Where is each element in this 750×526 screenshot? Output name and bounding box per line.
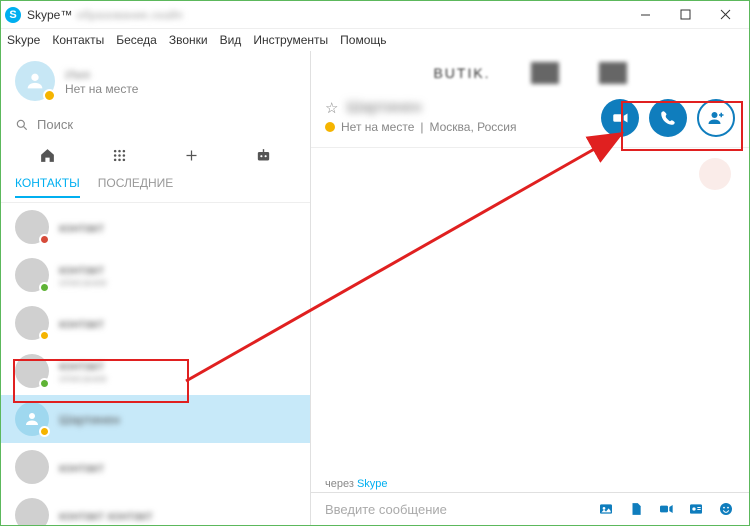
emoji-icon[interactable]: [717, 501, 735, 517]
via-line: через Skype: [311, 474, 749, 492]
menu-help[interactable]: Помощь: [340, 33, 386, 47]
menu-calls[interactable]: Звонки: [169, 33, 208, 47]
audio-call-button[interactable]: [649, 99, 687, 137]
chat-location: Москва, Россия: [430, 120, 517, 134]
self-profile[interactable]: Имя Нет на месте: [1, 51, 310, 111]
avatar-icon: [15, 450, 49, 484]
dialpad-icon[interactable]: [108, 144, 130, 166]
message-input[interactable]: Введите сообщение: [325, 502, 597, 517]
chat-pane: BUTIK. ☆ Шартинен Нет на месте | Москва,…: [311, 51, 749, 525]
compose-bar: Введите сообщение: [311, 492, 749, 525]
tab-recent[interactable]: ПОСЛЕДНИЕ: [98, 176, 174, 198]
contact-avatar-icon: [699, 158, 731, 190]
ad-banner[interactable]: BUTIK.: [311, 51, 749, 91]
menu-skype[interactable]: Skype: [7, 33, 40, 47]
avatar-icon: [15, 258, 49, 292]
minimize-button[interactable]: [625, 3, 665, 27]
contact-item-selected[interactable]: Шартинен: [1, 395, 310, 443]
skype-logo-icon: S: [5, 7, 21, 23]
contact-item[interactable]: контактописание: [1, 251, 310, 299]
avatar-icon: [15, 498, 49, 525]
avatar-icon: [15, 354, 49, 388]
title-bar: S Skype™ образование.скайп: [1, 1, 749, 29]
menu-view[interactable]: Вид: [220, 33, 242, 47]
search-input[interactable]: Поиск: [1, 111, 310, 138]
send-photo-icon[interactable]: [597, 501, 615, 517]
video-message-icon[interactable]: [657, 501, 675, 517]
favorite-star-icon[interactable]: ☆: [325, 99, 338, 117]
chat-header: ☆ Шартинен Нет на месте | Москва, Россия: [311, 91, 749, 148]
tab-contacts[interactable]: КОНТАКТЫ: [15, 176, 80, 198]
self-status-away-icon: [43, 89, 56, 102]
call-buttons: [601, 99, 735, 137]
avatar-icon: [15, 402, 49, 436]
nav-icon-row: [1, 138, 310, 170]
search-placeholder: Поиск: [37, 117, 73, 132]
contact-item[interactable]: контакт: [1, 299, 310, 347]
banner-text: BUTIK.: [433, 65, 490, 81]
menu-contacts[interactable]: Контакты: [52, 33, 104, 47]
video-call-button[interactable]: [601, 99, 639, 137]
via-link[interactable]: Skype: [357, 478, 388, 490]
send-contact-icon[interactable]: [687, 501, 705, 517]
window-subtitle: образование.скайп: [76, 8, 182, 22]
self-name: Имя: [65, 67, 138, 82]
app-title: Skype™: [27, 8, 72, 22]
new-contact-icon[interactable]: [181, 144, 203, 166]
sidebar-tabs: КОНТАКТЫ ПОСЛЕДНИЕ: [1, 170, 310, 198]
contact-item[interactable]: контакт: [1, 443, 310, 491]
chat-status: Нет на месте: [341, 120, 414, 134]
banner-icon: [531, 62, 559, 84]
menu-tools[interactable]: Инструменты: [253, 33, 328, 47]
contact-item[interactable]: контакт контакт: [1, 491, 310, 525]
self-avatar-icon: [15, 61, 55, 101]
contact-item[interactable]: контактописание: [1, 347, 310, 395]
send-file-icon[interactable]: [627, 501, 645, 517]
close-button[interactable]: [705, 3, 745, 27]
chat-body: [311, 148, 749, 474]
contact-item[interactable]: контакт: [1, 203, 310, 251]
bot-icon[interactable]: [253, 144, 275, 166]
chat-contact-name: Шартинен: [346, 99, 421, 117]
menu-conversation[interactable]: Беседа: [116, 33, 157, 47]
add-participant-button[interactable]: [697, 99, 735, 137]
status-away-icon: [325, 122, 335, 132]
sidebar: Имя Нет на месте Поиск КОНТАКТЫ ПОС: [1, 51, 311, 525]
avatar-icon: [15, 210, 49, 244]
home-icon[interactable]: [36, 144, 58, 166]
avatar-icon: [15, 306, 49, 340]
menu-bar: Skype Контакты Беседа Звонки Вид Инструм…: [1, 29, 749, 51]
banner-icon: [599, 62, 627, 84]
self-status-text: Нет на месте: [65, 82, 138, 96]
search-icon: [15, 118, 29, 132]
maximize-button[interactable]: [665, 3, 705, 27]
contact-list: контакт контактописание контакт контакто…: [1, 202, 310, 525]
